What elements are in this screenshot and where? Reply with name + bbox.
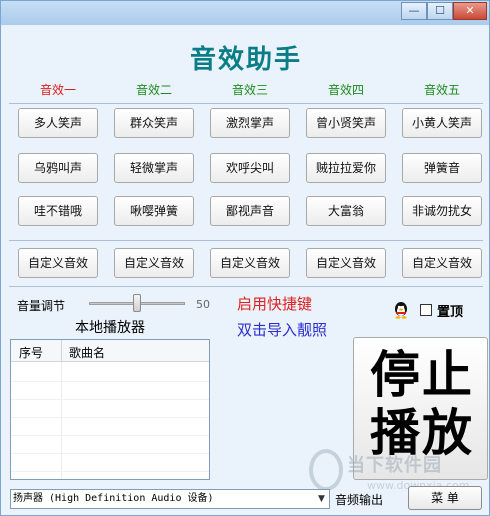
effect-button[interactable]: 弹簧音 — [402, 153, 482, 183]
effect-button[interactable]: 哇不错哦 — [18, 196, 98, 226]
column-header-3: 音效三 — [231, 83, 268, 97]
column-header-2: 音效二 — [135, 83, 172, 97]
effect-button[interactable]: 曾小贤笑声 — [306, 108, 386, 138]
stop-label-line-1: 停止 — [370, 345, 474, 404]
column-header-index[interactable]: 序号 — [19, 344, 43, 361]
effect-button[interactable]: 大富翁 — [306, 196, 386, 226]
effect-button[interactable]: 小黄人笑声 — [402, 108, 482, 138]
import-photo-link[interactable]: 双击导入靓照 — [237, 319, 327, 340]
effect-button[interactable]: 乌鸦叫声 — [18, 153, 98, 183]
volume-slider-thumb[interactable] — [133, 294, 141, 312]
title-bar[interactable]: — ☐ ✕ — [1, 1, 489, 25]
row-gridline — [11, 471, 209, 472]
column-separator — [61, 340, 62, 362]
custom-effect-button[interactable]: 自定义音效 — [210, 248, 290, 278]
effect-button[interactable]: 欢呼尖叫 — [210, 153, 290, 183]
app-window: — ☐ ✕ 音效助手 音效一 音效二 音效三 音效四 音效五 多人笑声 群众笑声… — [0, 0, 490, 516]
volume-label: 音量调节 — [17, 299, 66, 313]
custom-effect-button[interactable]: 自定义音效 — [18, 248, 98, 278]
row-gridline — [11, 417, 209, 418]
effect-button[interactable]: 非诚勿扰女 — [402, 196, 482, 226]
qq-penguin-icon[interactable] — [393, 301, 409, 319]
audio-output-label: 音频输出 — [335, 493, 384, 507]
row-gridline — [11, 399, 209, 400]
close-button[interactable]: ✕ — [453, 2, 487, 20]
effect-button[interactable]: 群众笑声 — [114, 108, 194, 138]
custom-effect-button[interactable]: 自定义音效 — [402, 248, 482, 278]
volume-value: 50 — [196, 298, 210, 311]
effect-button[interactable]: 激烈掌声 — [210, 108, 290, 138]
watermark-text: 当下软件园 — [347, 455, 442, 476]
custom-effect-button[interactable]: 自定义音效 — [306, 248, 386, 278]
column-gridline — [61, 362, 62, 479]
column-header-5: 音效五 — [423, 83, 460, 97]
always-on-top-checkbox[interactable] — [420, 304, 432, 316]
chevron-down-icon[interactable]: ▼ — [314, 490, 329, 508]
effect-button[interactable]: 鄙视声音 — [210, 196, 290, 226]
column-header-1: 音效一 — [39, 83, 76, 97]
effect-button[interactable]: 轻微掌声 — [114, 153, 194, 183]
enable-hotkey-link[interactable]: 启用快捷键 — [237, 293, 312, 314]
app-title: 音效助手 — [189, 45, 302, 75]
effects-panel-top-divider — [9, 103, 483, 104]
maximize-button[interactable]: ☐ — [427, 2, 453, 20]
row-gridline — [11, 381, 209, 382]
playlist-table[interactable]: 序号 歌曲名 — [10, 339, 210, 480]
effects-panel-bottom-divider — [9, 286, 483, 287]
column-header-4: 音效四 — [327, 83, 364, 97]
playlist-header: 序号 歌曲名 — [11, 340, 209, 362]
custom-effect-button[interactable]: 自定义音效 — [114, 248, 194, 278]
menu-button[interactable]: 菜 单 — [408, 486, 482, 510]
effect-button[interactable]: 啾嘤弹簧 — [114, 196, 194, 226]
local-player-title: 本地播放器 — [75, 320, 145, 336]
stop-playback-label: 停止 播放 — [366, 346, 478, 462]
effect-button[interactable]: 多人笑声 — [18, 108, 98, 138]
column-header-song-name[interactable]: 歌曲名 — [69, 344, 105, 361]
audio-device-select[interactable]: 扬声器 (High Definition Audio 设备) — [10, 489, 330, 509]
row-gridline — [11, 435, 209, 436]
minimize-button[interactable]: — — [401, 2, 427, 20]
effects-panel-middle-divider — [9, 240, 483, 241]
watermark-logo-icon — [309, 449, 343, 491]
row-gridline — [11, 453, 209, 454]
always-on-top-label: 置顶 — [437, 305, 464, 320]
effect-button[interactable]: 贼拉拉爱你 — [306, 153, 386, 183]
